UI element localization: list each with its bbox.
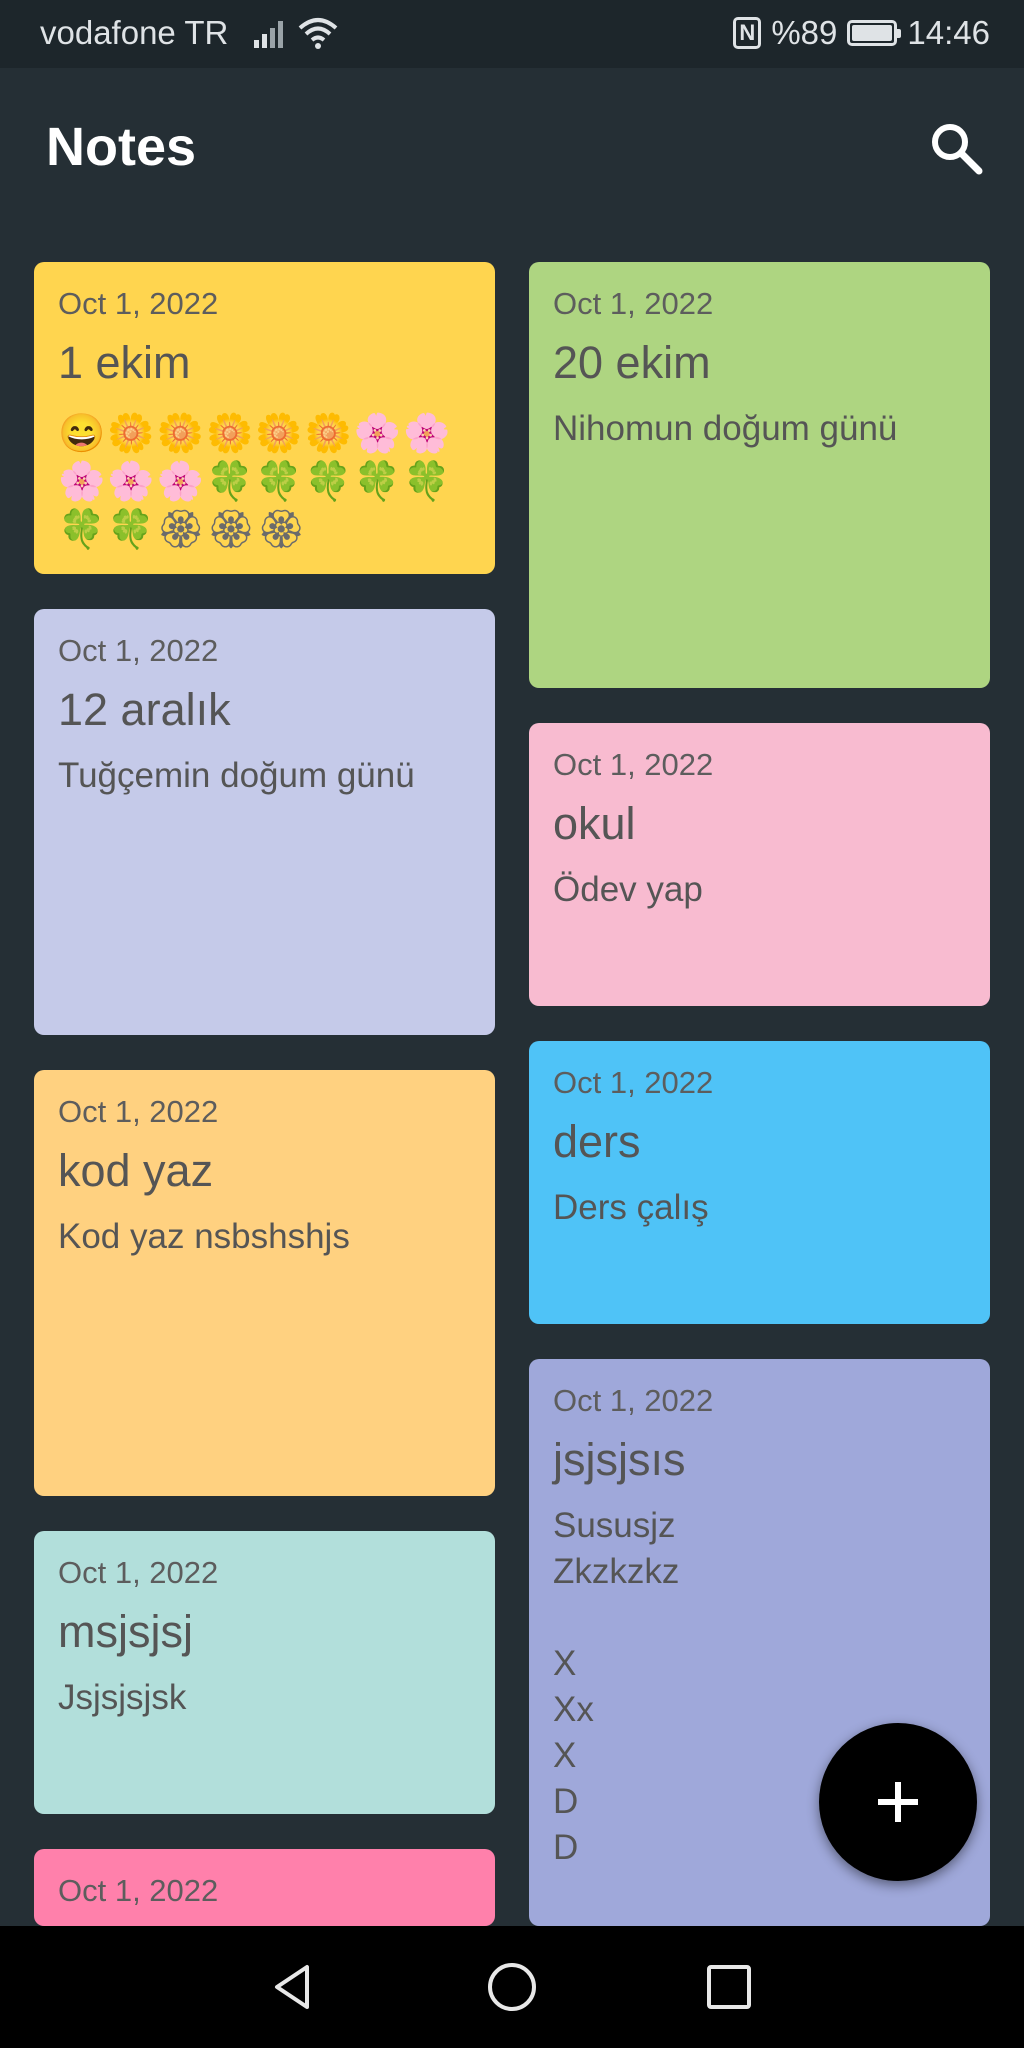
note-emoji: 😄🌼🌼🌼🌼🌼🌸🌸🌸🌸🌸🍀🍀🍀🍀🍀🍀🍀🏵🏵🏵 — [58, 413, 453, 551]
battery-percent: %89 — [771, 14, 838, 51]
nfc-icon: N — [733, 17, 762, 49]
note-date: Oct 1, 2022 — [553, 747, 714, 782]
note-title: 12 aralık — [58, 684, 231, 735]
note-date: Oct 1, 2022 — [58, 633, 219, 668]
add-note-button[interactable] — [819, 1723, 977, 1881]
carrier-label: vodafone TR — [40, 14, 229, 51]
note-body: Tuğçemin doğum günü — [58, 756, 415, 795]
back-icon[interactable] — [258, 1952, 328, 2022]
note-title: 1 ekim — [58, 337, 191, 388]
note-date: Oct 1, 2022 — [58, 1555, 219, 1590]
note-title: jsjsjsıs — [553, 1434, 686, 1485]
note-date: Oct 1, 2022 — [553, 1065, 714, 1100]
note-title: okul — [553, 798, 636, 849]
status-right: N %89 14:46 — [733, 14, 990, 52]
add-icon — [878, 1782, 918, 1822]
note-date: Oct 1, 2022 — [553, 286, 714, 321]
note-card[interactable]: Oct 1, 2022 12 aralık Tuğçemin doğum gün… — [34, 609, 495, 1035]
battery-icon — [847, 20, 902, 46]
battery-level — [852, 25, 892, 41]
note-card[interactable]: Oct 1, 2022 20 ekim Nihomun doğum günü — [529, 262, 990, 688]
note-title: kod yaz — [58, 1145, 214, 1196]
note-title: 20 ekim — [553, 337, 711, 388]
wifi-icon — [298, 16, 338, 55]
note-date: Oct 1, 2022 — [58, 1094, 219, 1129]
signal-icon — [254, 18, 288, 53]
note-card[interactable]: Oct 1, 2022 ders Ders çalış — [529, 1041, 990, 1324]
note-body: Jsjsjsjsk — [58, 1678, 187, 1717]
note-date: Oct 1, 2022 — [58, 286, 219, 321]
clock: 14:46 — [907, 14, 990, 51]
note-body: Ödev yap — [553, 870, 703, 909]
status-bar: vodafone TR N %89 14:46 — [0, 0, 1024, 68]
note-date: Oct 1, 2022 — [58, 1873, 219, 1908]
note-body: Ders çalış — [553, 1188, 709, 1227]
note-title: ders — [553, 1116, 641, 1167]
search-icon[interactable] — [924, 116, 988, 180]
note-body: Kod yaz nsbshshjs — [58, 1217, 350, 1256]
home-icon[interactable] — [477, 1952, 547, 2022]
note-card[interactable]: Oct 1, 2022 1 ekim 😄🌼🌼🌼🌼🌼🌸🌸🌸🌸🌸🍀🍀🍀🍀🍀🍀🍀🏵🏵🏵 — [34, 262, 495, 574]
note-card[interactable]: Oct 1, 2022 — [34, 1849, 495, 1926]
navigation-bar — [0, 1926, 1024, 2048]
note-card[interactable]: Oct 1, 2022 msjsjsj Jsjsjsjsk — [34, 1531, 495, 1814]
page-title: Notes — [46, 117, 197, 177]
note-date: Oct 1, 2022 — [553, 1383, 714, 1418]
recents-icon[interactable] — [694, 1952, 764, 2022]
note-title: msjsjsj — [58, 1606, 193, 1657]
note-body: Nihomun doğum günü — [553, 409, 898, 448]
note-card[interactable]: Oct 1, 2022 okul Ödev yap — [529, 723, 990, 1006]
note-card[interactable]: Oct 1, 2022 kod yaz Kod yaz nsbshshjs — [34, 1070, 495, 1496]
app-bar: Notes — [0, 68, 1024, 228]
